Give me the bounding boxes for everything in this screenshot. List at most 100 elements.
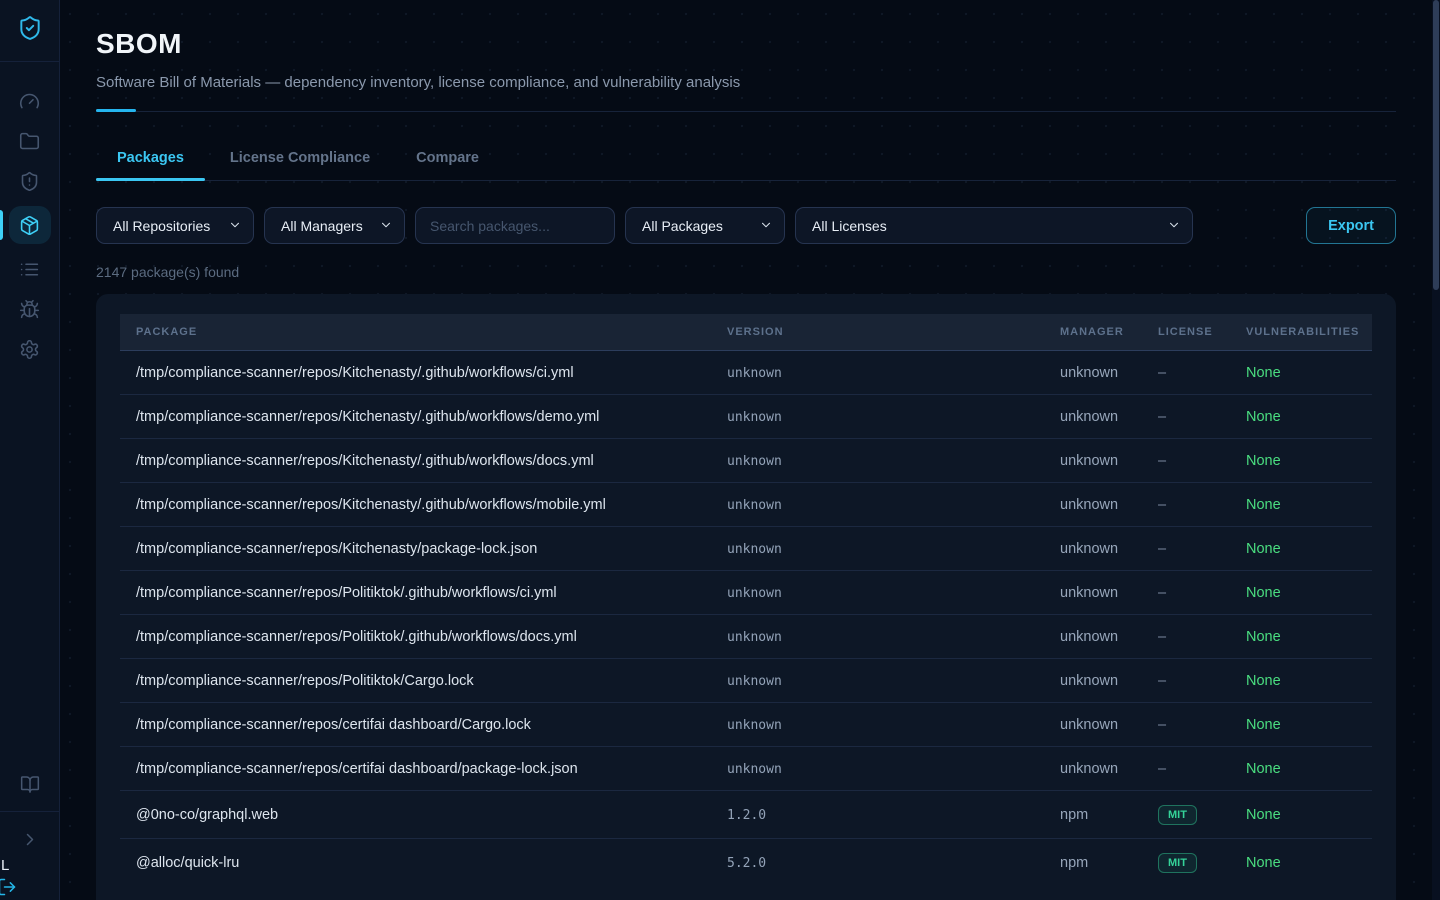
search-packages-input[interactable]	[415, 207, 615, 244]
license-value: –	[1158, 761, 1166, 777]
version-cell: unknown	[711, 395, 1044, 439]
manager-cell: npm	[1044, 791, 1142, 839]
manager-cell: unknown	[1044, 351, 1142, 395]
package-cell: /tmp/compliance-scanner/repos/certifai d…	[120, 703, 711, 747]
vulnerabilities-cell: None	[1230, 615, 1372, 659]
bug-icon	[19, 299, 40, 320]
vulnerabilities-cell: None	[1230, 839, 1372, 887]
manager-cell: unknown	[1044, 571, 1142, 615]
header-divider	[96, 109, 1396, 112]
table-row[interactable]: /tmp/compliance-scanner/repos/certifai d…	[120, 703, 1372, 747]
table-row[interactable]: /tmp/compliance-scanner/repos/Kitchenast…	[120, 483, 1372, 527]
repository-filter-select[interactable]: All Repositories	[96, 207, 254, 244]
column-header-manager: Manager	[1044, 314, 1142, 351]
version-cell: unknown	[711, 703, 1044, 747]
sidebar-divider	[0, 811, 60, 812]
package-cell: /tmp/compliance-scanner/repos/Kitchenast…	[120, 351, 711, 395]
gauge-icon	[19, 91, 40, 112]
table-row[interactable]: /tmp/compliance-scanner/repos/Kitchenast…	[120, 351, 1372, 395]
vulnerabilities-cell: None	[1230, 747, 1372, 791]
license-cell: –	[1142, 659, 1230, 703]
vulnerabilities-cell: None	[1230, 791, 1372, 839]
vulnerabilities-cell: None	[1230, 439, 1372, 483]
license-value: –	[1158, 717, 1166, 733]
repository-filter: All Repositories	[96, 207, 254, 244]
license-cell: –	[1142, 483, 1230, 527]
packages-table: PackageVersionManagerLicenseVulnerabilit…	[120, 314, 1372, 886]
license-filter-select[interactable]: All Licenses	[795, 207, 1193, 244]
tab-license-compliance[interactable]: License Compliance	[209, 150, 391, 180]
manager-filter-select[interactable]: All Managers	[264, 207, 405, 244]
table-row[interactable]: /tmp/compliance-scanner/repos/Politiktok…	[120, 659, 1372, 703]
page-header: SBOM Software Bill of Materials — depend…	[96, 0, 1396, 112]
tab-packages[interactable]: Packages	[96, 150, 205, 180]
table-row[interactable]: @0no-co/graphql.web1.2.0npmMITNone	[120, 791, 1372, 839]
shield-alert-icon	[19, 171, 40, 192]
table-row[interactable]: /tmp/compliance-scanner/repos/Politiktok…	[120, 615, 1372, 659]
table-row[interactable]: /tmp/compliance-scanner/repos/Kitchenast…	[120, 395, 1372, 439]
vulnerabilities-cell: None	[1230, 483, 1372, 527]
license-value: –	[1158, 409, 1166, 425]
package-cell: /tmp/compliance-scanner/repos/Kitchenast…	[120, 483, 711, 527]
license-value: –	[1158, 585, 1166, 601]
manager-cell: unknown	[1044, 395, 1142, 439]
sidebar: L	[0, 0, 60, 900]
license-cell: –	[1142, 527, 1230, 571]
table-row[interactable]: /tmp/compliance-scanner/repos/Politiktok…	[120, 571, 1372, 615]
version-cell: 5.2.0	[711, 839, 1044, 887]
package-cell: /tmp/compliance-scanner/repos/Politiktok…	[120, 571, 711, 615]
table-row[interactable]: /tmp/compliance-scanner/repos/Kitchenast…	[120, 527, 1372, 571]
sidebar-item-settings[interactable]	[10, 334, 50, 364]
sidebar-item-docs[interactable]	[10, 769, 50, 799]
sidebar-item-issues[interactable]	[10, 294, 50, 324]
license-value: –	[1158, 673, 1166, 689]
manager-cell: unknown	[1044, 483, 1142, 527]
list-icon	[19, 259, 40, 280]
sidebar-item-sbom-packages[interactable]	[9, 206, 51, 244]
logout-icon[interactable]	[0, 877, 17, 900]
page-subtitle: Software Bill of Materials — dependency …	[96, 74, 1396, 91]
license-value: –	[1158, 629, 1166, 645]
sidebar-item-security[interactable]	[10, 166, 50, 196]
license-cell: –	[1142, 439, 1230, 483]
tab-compare[interactable]: Compare	[395, 150, 500, 180]
package-cell: /tmp/compliance-scanner/repos/Kitchenast…	[120, 395, 711, 439]
sidebar-item-inventory-list[interactable]	[10, 254, 50, 284]
license-badge: MIT	[1158, 853, 1197, 873]
license-cell: –	[1142, 351, 1230, 395]
column-header-license: License	[1142, 314, 1230, 351]
shield-check-icon	[17, 14, 43, 47]
license-cell: –	[1142, 615, 1230, 659]
manager-filter: All Managers	[264, 207, 405, 244]
table-row[interactable]: /tmp/compliance-scanner/repos/certifai d…	[120, 747, 1372, 791]
folder-icon	[19, 131, 40, 152]
sidebar-item-collapse[interactable]	[10, 824, 50, 854]
packages-table-card: PackageVersionManagerLicenseVulnerabilit…	[96, 294, 1396, 900]
version-cell: 1.2.0	[711, 791, 1044, 839]
app-logo[interactable]	[0, 0, 60, 62]
table-header: PackageVersionManagerLicenseVulnerabilit…	[120, 314, 1372, 351]
gear-icon	[19, 339, 40, 360]
license-cell: –	[1142, 747, 1230, 791]
table-row[interactable]: /tmp/compliance-scanner/repos/Kitchenast…	[120, 439, 1372, 483]
license-value: –	[1158, 365, 1166, 381]
license-badge: MIT	[1158, 805, 1197, 825]
clipped-tooltip-label: L	[1, 857, 9, 874]
export-button[interactable]: Export	[1306, 207, 1396, 244]
license-value: –	[1158, 541, 1166, 557]
sidebar-item-repositories[interactable]	[10, 126, 50, 156]
page-scrollbar-track[interactable]	[1432, 0, 1440, 900]
header-accent-bar	[96, 109, 136, 112]
package-type-filter-select[interactable]: All Packages	[625, 207, 785, 244]
vulnerabilities-cell: None	[1230, 571, 1372, 615]
vulnerabilities-cell: None	[1230, 395, 1372, 439]
license-filter: All Licenses	[795, 207, 1193, 244]
chevron-right-icon	[20, 829, 40, 849]
page-scrollbar-thumb[interactable]	[1433, 0, 1439, 290]
license-value: –	[1158, 497, 1166, 513]
sidebar-item-dashboard[interactable]	[10, 86, 50, 116]
table-row[interactable]: @alloc/quick-lru5.2.0npmMITNone	[120, 839, 1372, 887]
version-cell: unknown	[711, 571, 1044, 615]
package-cell: @alloc/quick-lru	[120, 839, 711, 887]
license-value: –	[1158, 453, 1166, 469]
